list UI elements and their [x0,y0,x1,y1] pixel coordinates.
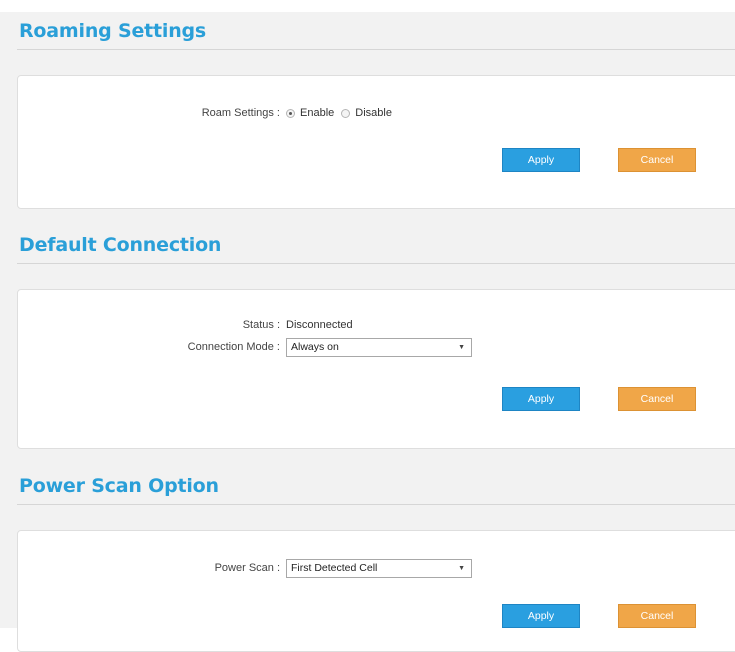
power-scan-row: Power Scan : First Detected Cell ▼ [18,557,735,579]
settings-page: Roaming Settings Roam Settings : Enable … [0,12,735,652]
default-connection-title: Default Connection [19,234,222,256]
roam-settings-row: Roam Settings : Enable Disable [18,102,735,124]
dropdown-caret-icon: ▼ [458,564,465,572]
power-scan-cancel-button[interactable]: Cancel [618,604,696,628]
power-scan-apply-button[interactable]: Apply [502,604,580,628]
roam-disable-label[interactable]: Disable [355,107,392,119]
connection-apply-button[interactable]: Apply [502,387,580,411]
radio-checked-icon[interactable] [286,108,295,118]
power-scan-label: Power Scan : [214,562,280,574]
connection-mode-value: Always on ▼ [286,337,472,357]
section-divider [17,504,735,505]
power-scan-value: First Detected Cell ▼ [286,558,472,578]
section-divider [17,263,735,264]
connection-mode-selected: Always on [291,341,339,353]
roaming-cancel-button[interactable]: Cancel [618,148,696,172]
status-value: Disconnected [286,319,353,331]
connection-mode-label: Connection Mode : [187,341,280,353]
status-row: Status : Disconnected [18,314,735,336]
connection-mode-row: Connection Mode : Always on ▼ [18,336,735,358]
roaming-apply-button[interactable]: Apply [502,148,580,172]
radio-unchecked-icon[interactable] [341,108,351,118]
roam-settings-radio-group: Enable Disable [286,107,399,119]
power-scan-title: Power Scan Option [19,475,219,497]
roam-settings-label: Roam Settings : [201,107,280,119]
roam-enable-label[interactable]: Enable [300,107,334,119]
roaming-settings-title: Roaming Settings [19,20,207,42]
default-connection-card: Status : Disconnected Connection Mode : … [17,289,735,449]
power-scan-selected: First Detected Cell [291,562,378,574]
power-scan-select[interactable]: First Detected Cell ▼ [286,558,472,578]
section-divider [17,49,735,50]
connection-cancel-button[interactable]: Cancel [618,387,696,411]
status-label: Status : [242,319,280,331]
dropdown-caret-icon: ▼ [458,343,465,351]
power-scan-card: Power Scan : First Detected Cell ▼ Apply… [17,530,735,652]
roaming-settings-card: Roam Settings : Enable Disable Apply Can… [17,75,735,209]
connection-mode-select[interactable]: Always on ▼ [286,337,472,357]
